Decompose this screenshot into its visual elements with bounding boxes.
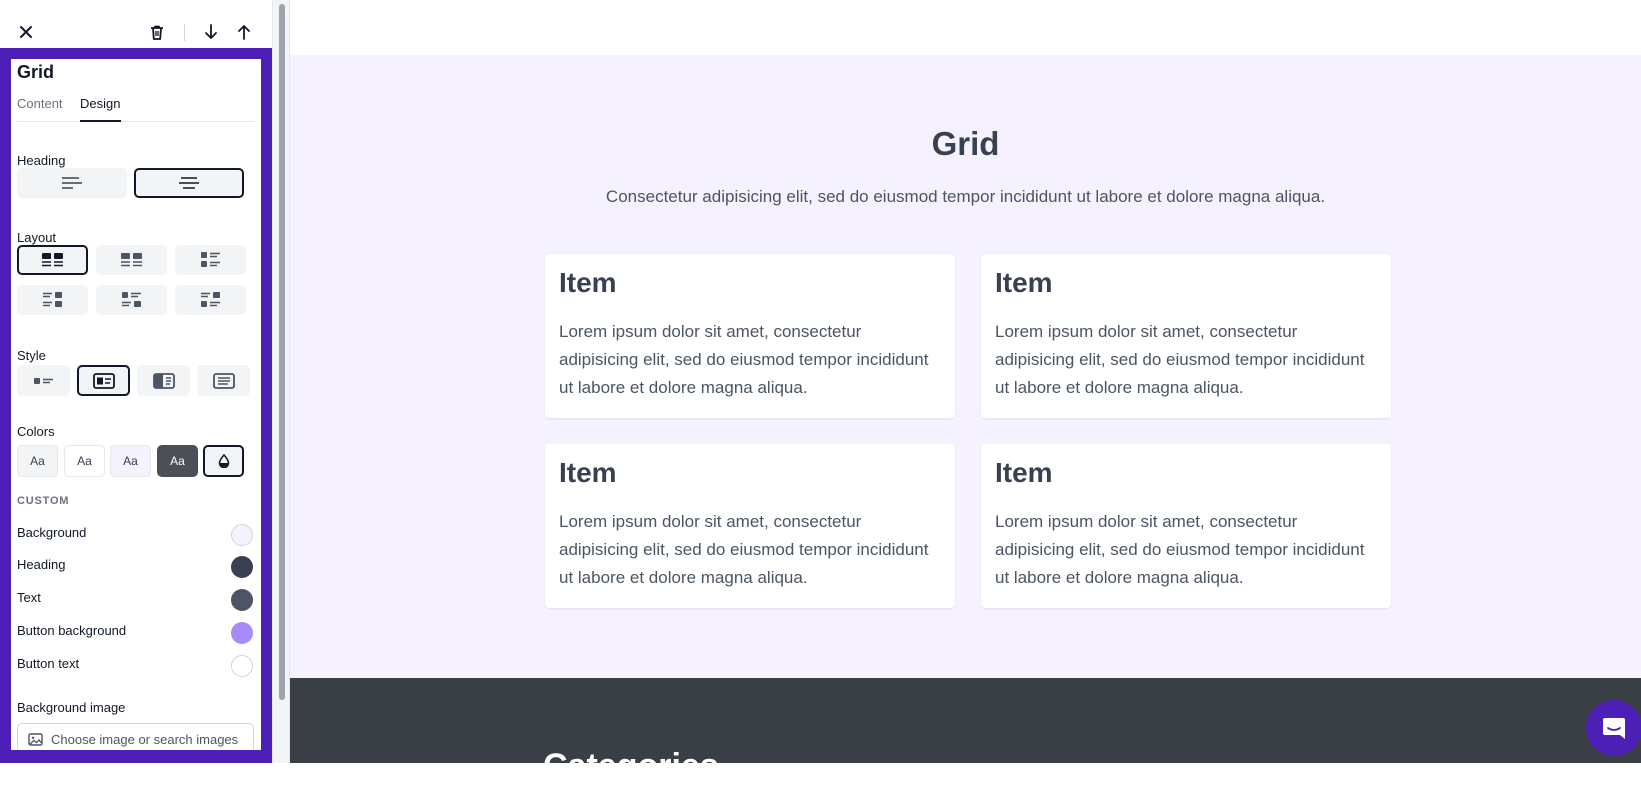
scrollbar-thumb[interactable] bbox=[279, 4, 285, 700]
layout-2col-icon bbox=[41, 253, 63, 267]
item-text: Lorem ipsum dolor sit amet, consectetur … bbox=[995, 322, 1365, 397]
color-scheme-light-gray[interactable]: Aa bbox=[17, 445, 58, 477]
button-background-color-swatch[interactable] bbox=[231, 622, 253, 644]
heading-align-center-button[interactable] bbox=[134, 168, 244, 198]
tab-content[interactable]: Content bbox=[17, 96, 63, 111]
panel-scrollbar[interactable] bbox=[272, 0, 290, 763]
heading-align-left-button[interactable] bbox=[17, 168, 127, 198]
style-boxed-icon bbox=[212, 372, 235, 389]
layout-option-1[interactable] bbox=[17, 245, 88, 275]
toolbar-divider bbox=[184, 24, 185, 41]
custom-heading-label: Heading bbox=[17, 557, 66, 572]
item-text: Lorem ipsum dolor sit amet, consectetur … bbox=[559, 322, 929, 397]
item-text: Lorem ipsum dolor sit amet, consectetur … bbox=[995, 512, 1365, 587]
background-image-picker[interactable]: Choose image or search images bbox=[17, 723, 254, 750]
image-icon bbox=[28, 732, 43, 746]
trash-icon[interactable] bbox=[145, 20, 169, 44]
item-title: Item bbox=[995, 457, 1053, 488]
style-option-4[interactable] bbox=[197, 365, 250, 396]
item-text: Lorem ipsum dolor sit amet, consectetur … bbox=[559, 512, 929, 587]
arrow-up-icon[interactable] bbox=[232, 20, 256, 44]
design-settings: Grid Content Design Heading Layout Style… bbox=[11, 59, 261, 750]
style-split-icon bbox=[152, 372, 175, 389]
style-card-icon bbox=[92, 372, 115, 389]
item-title: Item bbox=[559, 267, 617, 298]
style-option-1[interactable] bbox=[17, 365, 70, 396]
style-plain-icon bbox=[33, 377, 53, 384]
layout-grid-alt-icon bbox=[200, 292, 220, 307]
grid-item-card[interactable]: Item Lorem ipsum dolor sit amet, consect… bbox=[981, 254, 1391, 418]
chat-launcher-button[interactable] bbox=[1586, 700, 1641, 756]
heading-color-swatch[interactable] bbox=[231, 556, 253, 578]
tabs-divider bbox=[17, 121, 254, 122]
layout-option-4[interactable] bbox=[17, 285, 88, 315]
layout-section-label: Layout bbox=[17, 230, 57, 245]
editor-panel: Grid Content Design Heading Layout Style… bbox=[0, 0, 272, 763]
grid-item-card[interactable]: Item Lorem ipsum dolor sit amet, consect… bbox=[981, 444, 1391, 608]
custom-button-text-label: Button text bbox=[17, 656, 80, 671]
layout-list-icon bbox=[200, 252, 220, 267]
panel-title: Grid bbox=[17, 62, 55, 82]
grid-heading: Grid bbox=[931, 125, 1000, 162]
color-scheme-white[interactable]: Aa bbox=[64, 445, 105, 477]
style-option-2[interactable] bbox=[77, 365, 130, 396]
layout-option-5[interactable] bbox=[96, 285, 167, 315]
color-scheme-lavender[interactable]: Aa bbox=[110, 445, 151, 477]
colors-section-label: Colors bbox=[17, 424, 55, 439]
page-canvas: Grid Consectetur adipisicing elit, sed d… bbox=[290, 0, 1641, 785]
active-tab-indicator bbox=[80, 120, 121, 122]
layout-2col-alt-icon bbox=[120, 253, 142, 267]
chat-icon bbox=[1603, 718, 1625, 739]
item-title: Item bbox=[995, 267, 1053, 298]
button-text-color-swatch[interactable] bbox=[231, 655, 253, 677]
categories-heading: Categories bbox=[543, 747, 719, 785]
grid-section[interactable]: Grid Consectetur adipisicing elit, sed d… bbox=[290, 55, 1641, 678]
style-option-3[interactable] bbox=[137, 365, 190, 396]
align-left-icon bbox=[62, 177, 82, 189]
item-title: Item bbox=[559, 457, 617, 488]
layout-grid-icon bbox=[121, 292, 141, 307]
custom-text-label: Text bbox=[17, 590, 41, 605]
layout-option-2[interactable] bbox=[96, 245, 167, 275]
arrow-down-icon[interactable] bbox=[199, 20, 223, 44]
layout-option-3[interactable] bbox=[175, 245, 246, 275]
panel-toolbar bbox=[0, 0, 272, 48]
grid-item-card[interactable]: Item Lorem ipsum dolor sit amet, consect… bbox=[545, 444, 955, 608]
custom-colors-label: CUSTOM bbox=[17, 495, 70, 507]
heading-section-label: Heading bbox=[17, 153, 66, 168]
categories-section[interactable]: Categories bbox=[290, 678, 1641, 785]
close-icon[interactable] bbox=[14, 20, 38, 44]
background-image-label: Background image bbox=[17, 700, 126, 715]
custom-background-label: Background bbox=[17, 525, 87, 540]
tab-design[interactable]: Design bbox=[80, 96, 120, 111]
align-center-icon bbox=[179, 177, 199, 189]
background-image-placeholder: Choose image or search images bbox=[51, 731, 239, 747]
style-section-label: Style bbox=[17, 348, 46, 363]
grid-subtitle: Consectetur adipisicing elit, sed do eiu… bbox=[605, 187, 1326, 206]
color-drop-icon bbox=[218, 454, 229, 468]
custom-button-background-label: Button background bbox=[17, 623, 127, 638]
text-color-swatch[interactable] bbox=[231, 589, 253, 611]
layout-option-6[interactable] bbox=[175, 285, 246, 315]
color-scheme-dark[interactable]: Aa bbox=[157, 445, 198, 477]
background-color-swatch[interactable] bbox=[231, 524, 253, 546]
color-scheme-custom-button[interactable] bbox=[203, 445, 244, 477]
layout-list-alt-icon bbox=[42, 292, 62, 307]
grid-item-card[interactable]: Item Lorem ipsum dolor sit amet, consect… bbox=[545, 254, 955, 418]
